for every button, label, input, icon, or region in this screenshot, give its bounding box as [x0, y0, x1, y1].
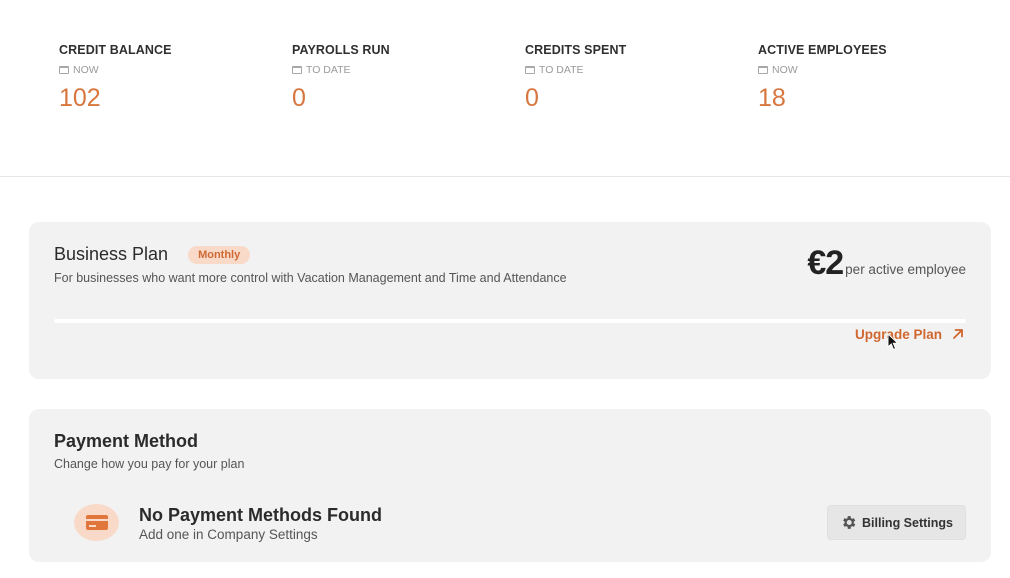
plan-card: Business Plan Monthly For businesses who… — [29, 222, 991, 379]
plan-description: For businesses who want more control wit… — [54, 271, 567, 285]
stat-label: PAYROLLS RUN — [292, 43, 390, 57]
plan-title: Business Plan — [54, 244, 169, 264]
calendar-icon — [59, 66, 69, 74]
stat-period-label: TO DATE — [539, 64, 584, 76]
calendar-icon — [525, 66, 535, 74]
empty-state-subtitle: Add one in Company Settings — [139, 527, 318, 542]
plan-price: €2 per active employee — [807, 244, 966, 283]
payment-method-description: Change how you pay for your plan — [54, 457, 245, 471]
arrow-up-right-icon — [953, 329, 963, 339]
stat-period-label: TO DATE — [306, 64, 351, 76]
stat-label: CREDIT BALANCE — [59, 43, 172, 57]
stat-credits-spent: CREDITS SPENT TO DATE 0 — [525, 43, 745, 113]
stat-active-employees: ACTIVE EMPLOYEES NOW 18 — [758, 43, 978, 113]
stat-period: TO DATE — [292, 64, 512, 76]
price-amount: €2 — [807, 244, 844, 282]
calendar-icon — [758, 66, 768, 74]
mouse-cursor-icon — [887, 333, 899, 351]
calendar-icon — [292, 66, 302, 74]
stat-period-label: NOW — [772, 64, 798, 76]
billing-settings-label: Billing Settings — [862, 515, 953, 530]
stats-strip: CREDIT BALANCE NOW 102 PAYROLLS RUN TO D… — [0, 0, 1010, 177]
payment-method-card: Payment Method Change how you pay for yo… — [29, 409, 991, 562]
billing-cycle-badge: Monthly — [188, 245, 251, 264]
credit-card-icon — [85, 515, 108, 530]
payment-method-title: Payment Method — [54, 431, 199, 451]
stat-label: CREDITS SPENT — [525, 43, 627, 57]
stat-period: TO DATE — [525, 64, 745, 76]
payment-icon-badge — [74, 504, 119, 541]
empty-state-title: No Payment Methods Found — [139, 505, 382, 525]
gear-icon — [843, 516, 856, 529]
stat-period: NOW — [59, 64, 279, 76]
stat-value: 18 — [758, 84, 786, 112]
stat-value: 0 — [292, 84, 306, 112]
stat-label: ACTIVE EMPLOYEES — [758, 43, 887, 57]
plan-divider — [54, 319, 966, 323]
stat-value: 0 — [525, 84, 539, 112]
plan-title-row: Business Plan Monthly — [54, 244, 251, 265]
upgrade-plan-link[interactable]: Upgrade Plan — [855, 326, 966, 342]
billing-settings-button[interactable]: Billing Settings — [827, 505, 966, 540]
stat-period-label: NOW — [73, 64, 99, 76]
price-unit: per active employee — [845, 262, 966, 277]
stat-payrolls-run: PAYROLLS RUN TO DATE 0 — [292, 43, 512, 113]
stat-value: 102 — [59, 84, 101, 112]
stat-period: NOW — [758, 64, 978, 76]
stat-credit-balance: CREDIT BALANCE NOW 102 — [59, 43, 279, 113]
